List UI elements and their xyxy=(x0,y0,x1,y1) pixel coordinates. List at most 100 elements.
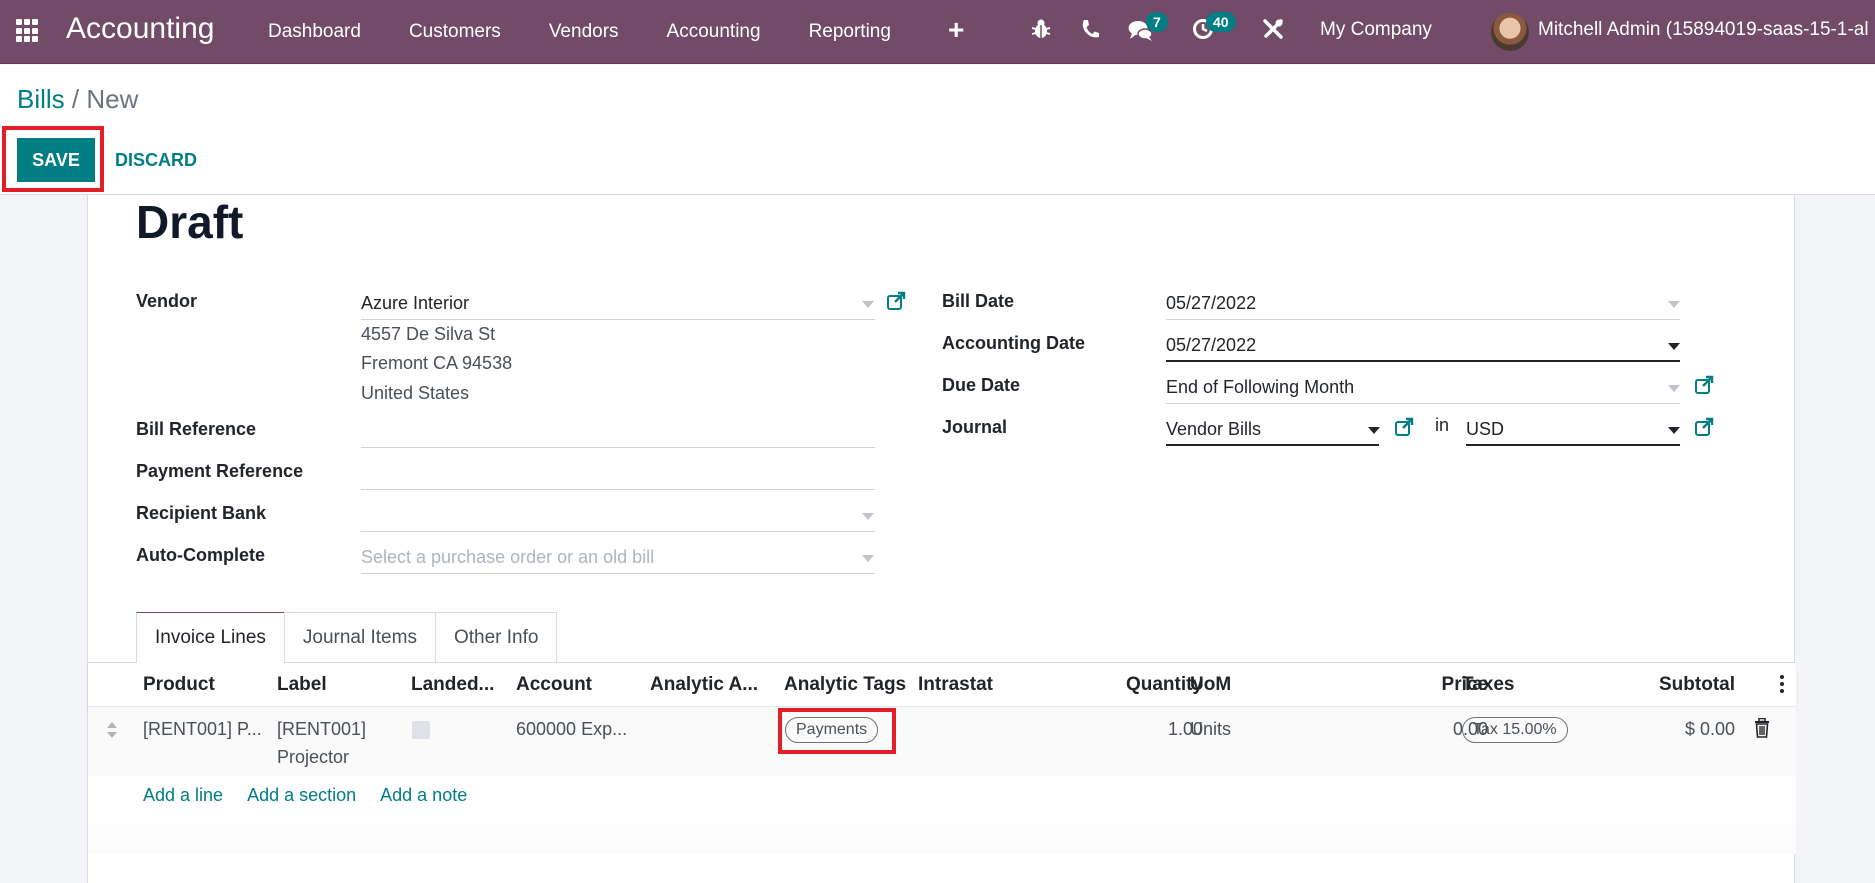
analytic-tag-payments[interactable]: Payments xyxy=(785,717,879,743)
plus-icon[interactable]: + xyxy=(948,16,964,44)
top-navbar: Accounting Dashboard Customers Vendors A… xyxy=(0,0,1875,64)
accounting-date-label: Accounting Date xyxy=(942,333,1086,353)
journal-label: Journal xyxy=(942,417,1008,437)
column-product[interactable]: Product xyxy=(143,674,215,696)
vendor-input[interactable]: Azure Interior xyxy=(361,293,469,314)
payment-reference-input[interactable] xyxy=(361,463,875,487)
breadcrumb-separator: / xyxy=(64,84,87,114)
tab-journal-items[interactable]: Journal Items xyxy=(283,612,436,662)
line-product[interactable]: [RENT001] P... xyxy=(143,715,262,743)
menu-dashboard[interactable]: Dashboard xyxy=(268,21,361,43)
vendor-dropdown-caret[interactable] xyxy=(862,301,874,308)
bill-date-label: Bill Date xyxy=(942,291,1015,311)
breadcrumb-bills-link[interactable]: Bills xyxy=(17,84,65,114)
column-subtotal[interactable]: Subtotal xyxy=(1638,674,1735,696)
tax-tag[interactable]: Tax 15.00% xyxy=(1462,717,1568,743)
vendor-address-country: United States xyxy=(361,383,470,403)
drag-handle-icon[interactable] xyxy=(105,721,119,739)
add-a-note-link[interactable]: Add a note xyxy=(380,785,467,806)
app-name[interactable]: Accounting xyxy=(66,12,214,46)
payment-reference-underline xyxy=(361,489,875,490)
currency-underline xyxy=(1466,444,1680,446)
column-account[interactable]: Account xyxy=(516,674,592,696)
journal-dropdown-caret[interactable] xyxy=(1368,427,1380,434)
recipient-bank-dropdown-caret[interactable] xyxy=(862,513,874,520)
delete-line-trash-icon[interactable] xyxy=(1754,718,1770,738)
company-switcher[interactable]: My Company xyxy=(1320,19,1432,41)
journal-external-link-icon[interactable] xyxy=(1394,417,1414,437)
menu-customers[interactable]: Customers xyxy=(409,21,501,43)
tools-icon[interactable] xyxy=(1262,18,1284,46)
column-intrastat[interactable]: Intrastat xyxy=(918,674,993,696)
invoice-line-row[interactable]: [RENT001] P... [RENT001] Projector 60000… xyxy=(88,707,1796,776)
user-menu[interactable]: Mitchell Admin (15894019-saas-15-1-al xyxy=(1538,19,1869,41)
column-quantity[interactable]: Quantity xyxy=(1090,674,1203,696)
bill-reference-input[interactable] xyxy=(361,421,875,445)
auto-complete-input[interactable]: Select a purchase order or an old bill xyxy=(361,547,654,568)
bill-date-underline xyxy=(1166,319,1680,320)
add-a-line-link[interactable]: Add a line xyxy=(143,785,223,806)
activities-badge: 40 xyxy=(1206,12,1236,32)
recipient-bank-label: Recipient Bank xyxy=(136,503,267,523)
empty-table-row xyxy=(88,824,1796,854)
control-panel: Bills / New SAVE DISCARD xyxy=(0,65,1875,195)
recipient-bank-underline xyxy=(361,531,875,532)
due-date-external-link-icon[interactable] xyxy=(1694,375,1714,395)
breadcrumb: Bills / New xyxy=(17,84,138,115)
line-label-name: Projector xyxy=(277,747,350,767)
save-button[interactable]: SAVE xyxy=(17,138,95,182)
menu-vendors[interactable]: Vendors xyxy=(549,21,619,43)
journal-in-label: in xyxy=(1435,415,1450,435)
due-date-label: Due Date xyxy=(942,375,1021,395)
notebook-tabs: Invoice Lines Journal Items Other Info xyxy=(136,612,558,663)
apps-grid-icon[interactable] xyxy=(16,19,40,43)
currency-external-link-icon[interactable] xyxy=(1694,417,1714,437)
tab-other-info[interactable]: Other Info xyxy=(434,612,558,662)
currency-dropdown-caret[interactable] xyxy=(1668,427,1680,434)
bill-status-title: Draft xyxy=(136,196,244,248)
journal-input[interactable]: Vendor Bills xyxy=(1166,419,1261,440)
accounting-date-underline xyxy=(1166,360,1680,362)
line-account[interactable]: 600000 Exp... xyxy=(516,715,627,743)
user-avatar[interactable] xyxy=(1491,13,1529,51)
form-sheet: Draft Vendor Azure Interior 4557 De Silv… xyxy=(87,195,1796,883)
payment-reference-label: Payment Reference xyxy=(136,461,304,481)
auto-complete-dropdown-caret[interactable] xyxy=(862,555,874,562)
bug-icon[interactable] xyxy=(1031,18,1051,46)
column-landed[interactable]: Landed... xyxy=(411,674,494,696)
journal-underline xyxy=(1166,444,1379,446)
tab-invoice-lines[interactable]: Invoice Lines xyxy=(136,612,285,663)
column-uom[interactable]: UoM xyxy=(1190,674,1231,696)
due-date-input[interactable]: End of Following Month xyxy=(1166,377,1354,398)
phone-icon[interactable] xyxy=(1080,18,1100,46)
recipient-bank-input[interactable] xyxy=(361,505,875,529)
discard-button[interactable]: DISCARD xyxy=(115,138,197,182)
bill-date-dropdown-caret[interactable] xyxy=(1668,301,1680,308)
column-taxes[interactable]: Taxes xyxy=(1462,674,1514,696)
line-label[interactable]: [RENT001] Projector xyxy=(277,715,366,771)
bill-reference-underline xyxy=(361,447,875,448)
messages-badge: 7 xyxy=(1146,12,1168,32)
due-date-dropdown-caret[interactable] xyxy=(1668,385,1680,392)
vendor-underline xyxy=(361,319,875,320)
bill-date-input[interactable]: 05/27/2022 xyxy=(1166,293,1256,314)
line-uom[interactable]: Units xyxy=(1190,715,1231,743)
accounting-date-dropdown-caret[interactable] xyxy=(1668,343,1680,350)
optional-columns-kebab-icon[interactable] xyxy=(1780,675,1786,695)
main-menu: Dashboard Customers Vendors Accounting R… xyxy=(268,0,939,64)
currency-input[interactable]: USD xyxy=(1466,419,1504,440)
column-analytic-account[interactable]: Analytic A... xyxy=(650,674,758,696)
bill-reference-label: Bill Reference xyxy=(136,419,257,439)
add-a-section-link[interactable]: Add a section xyxy=(247,785,356,806)
accounting-date-input[interactable]: 05/27/2022 xyxy=(1166,335,1256,356)
menu-accounting[interactable]: Accounting xyxy=(667,21,761,43)
vendor-label: Vendor xyxy=(136,291,198,311)
vendor-address-city: Fremont CA 94538 xyxy=(361,353,513,373)
menu-reporting[interactable]: Reporting xyxy=(809,21,891,43)
vendor-address-street: 4557 De Silva St xyxy=(361,324,496,344)
vendor-external-link-icon[interactable] xyxy=(886,291,906,311)
line-quantity[interactable]: 1.00 xyxy=(1090,715,1203,743)
column-analytic-tags[interactable]: Analytic Tags xyxy=(784,674,906,696)
landed-cost-checkbox[interactable] xyxy=(412,721,430,739)
column-label[interactable]: Label xyxy=(277,674,327,696)
